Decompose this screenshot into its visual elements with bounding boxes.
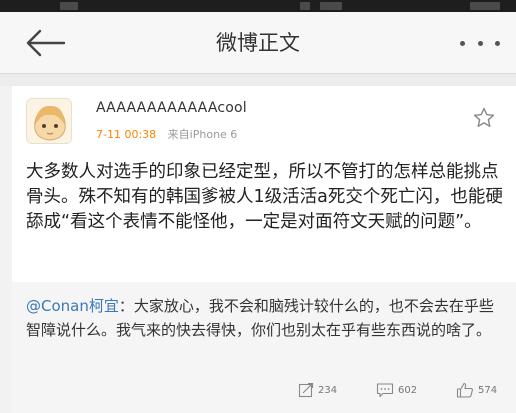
avatar[interactable] [26, 98, 72, 144]
repost-button[interactable]: 234 [298, 378, 337, 402]
more-dots-icon [460, 40, 465, 46]
more-button[interactable] [460, 30, 500, 56]
repost-icon [298, 382, 314, 398]
status-bar [0, 0, 516, 12]
nav-bar: 微博正文 [0, 12, 516, 74]
post-source: 来自iPhone 6 [167, 128, 238, 141]
more-dots-icon [477, 40, 483, 46]
page-title: 微博正文 [216, 31, 300, 55]
repost-box[interactable]: @Conan柯宜：大家放心，我不会和脑残计较什么的，也不会去在乎些智障说什么。我… [12, 282, 516, 413]
username[interactable]: AAAAAAAAAAAAcool [96, 100, 247, 116]
like-count: 574 [478, 384, 498, 396]
like-button[interactable]: 574 [456, 378, 497, 402]
signal-icon [320, 2, 342, 10]
avatar-image [27, 99, 71, 143]
comment-icon [376, 383, 394, 398]
divider [0, 74, 516, 86]
repost-count: 234 [318, 384, 338, 396]
battery-icon [470, 2, 500, 10]
post-meta: 7-11 00:38 来自iPhone 6 [96, 126, 237, 142]
action-bar: 234 602 574 [12, 378, 516, 402]
repost-text: @Conan柯宜：大家放心，我不会和脑残计较什么的，也不会去在乎些智障说什么。我… [26, 294, 504, 342]
comment-count: 602 [398, 384, 418, 396]
star-icon [473, 107, 495, 127]
post-card: AAAAAAAAAAAAcool 7-11 00:38 来自iPhone 6 大… [12, 86, 516, 413]
post-text: 大多数人对选手的印象已经定型，所以不管打的怎样总能挑点骨头。殊不知有的韩国爹被人… [26, 162, 503, 232]
favorite-button[interactable] [472, 106, 496, 130]
mention-link[interactable]: @Conan柯宜 [26, 297, 119, 315]
status-icon [60, 2, 78, 10]
thumbs-up-icon [456, 382, 473, 398]
status-icon [300, 2, 310, 10]
comment-button[interactable]: 602 [376, 378, 417, 402]
post-time: 7-11 00:38 [96, 128, 157, 141]
more-dots-icon [495, 40, 500, 46]
